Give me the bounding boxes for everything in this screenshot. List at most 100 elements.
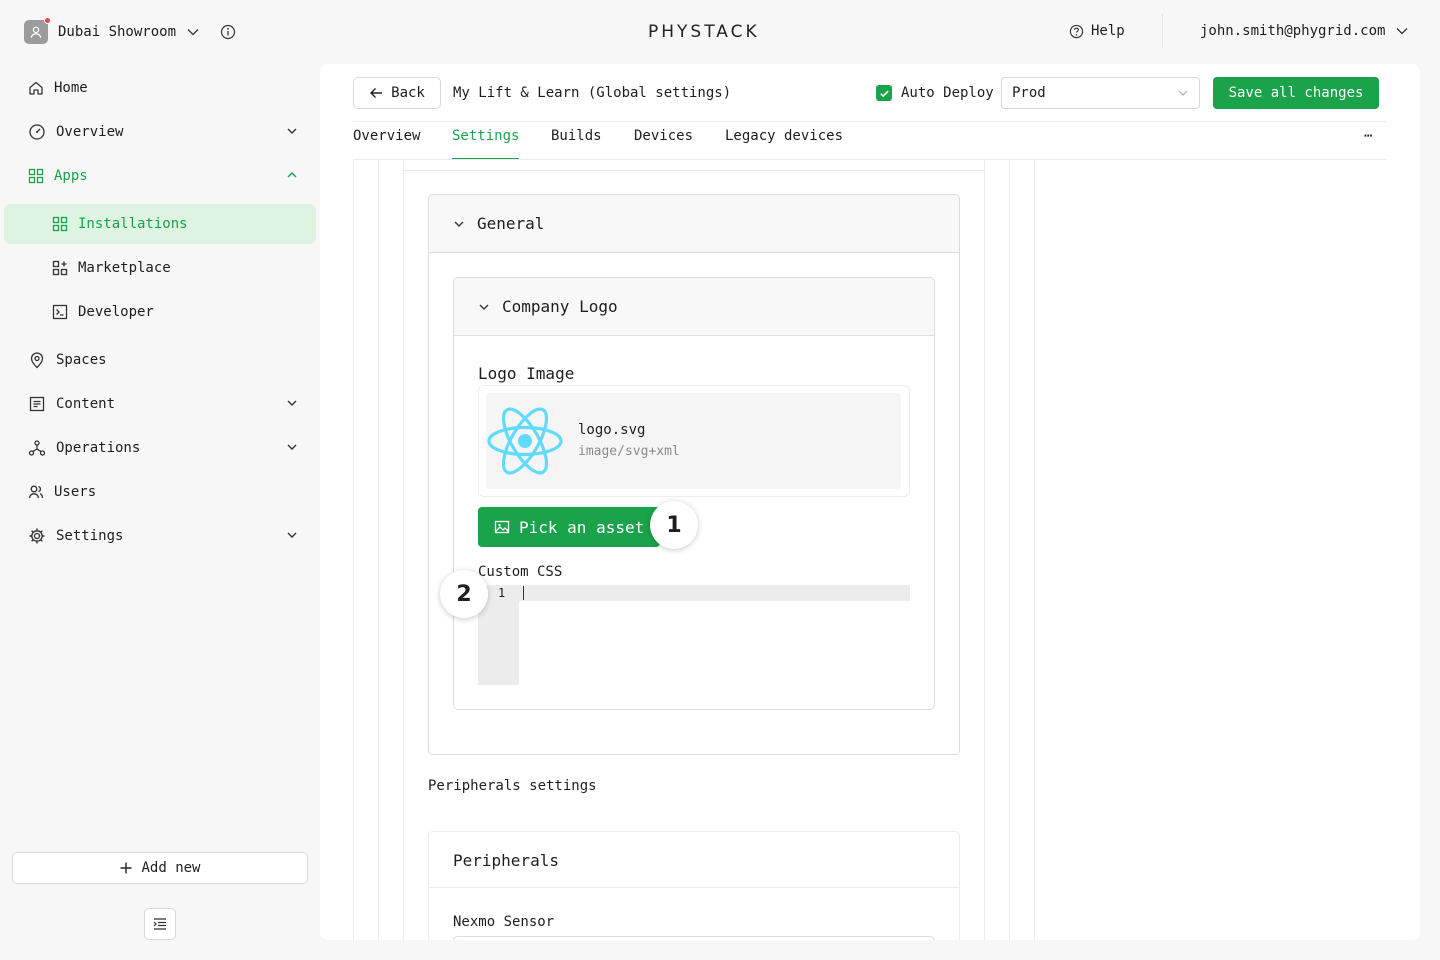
- brand-logo[interactable]: PHYSTACK: [648, 22, 760, 42]
- sidebar-item-label: Users: [54, 484, 97, 500]
- page-title: My Lift & Learn (Global settings): [453, 85, 732, 101]
- network-icon: [28, 440, 46, 456]
- environment-select[interactable]: Prod: [1001, 77, 1200, 109]
- sidebar-item-apps[interactable]: Apps: [24, 156, 316, 196]
- check-icon: [879, 90, 889, 97]
- peripherals-settings-label: Peripherals settings: [428, 778, 597, 794]
- tab-overview[interactable]: Overview: [353, 128, 420, 160]
- peripherals-divider: [428, 887, 960, 888]
- terminal-icon: [52, 304, 68, 320]
- chevron-down-icon: [479, 304, 489, 310]
- layout-line: [1009, 160, 1010, 940]
- tab-legacy-devices[interactable]: Legacy devices: [725, 128, 843, 160]
- layout-line: [984, 160, 985, 940]
- nexmo-sensor-panel: [453, 936, 935, 940]
- gear-icon: [29, 528, 45, 544]
- pick-asset-button[interactable]: Pick an asset: [478, 507, 660, 547]
- content-icon: [29, 396, 45, 412]
- layout-line: [403, 170, 984, 171]
- asset-filename: logo.svg: [578, 422, 646, 438]
- add-new-button[interactable]: Add new: [12, 852, 308, 884]
- sidebar-item-label: Settings: [56, 528, 124, 544]
- react-logo-icon: [487, 407, 563, 475]
- map-pin-icon: [30, 352, 44, 369]
- environment-value: Prod: [1012, 85, 1046, 101]
- sidebar-item-settings[interactable]: Settings: [24, 516, 316, 556]
- auto-deploy-checkbox[interactable]: [876, 85, 892, 101]
- users-icon: [28, 485, 44, 499]
- sidebar-item-label: Installations: [78, 216, 188, 232]
- annotation-marker-2: 2: [440, 570, 488, 618]
- more-options-icon[interactable]: ⋯: [1364, 128, 1372, 144]
- header-divider: [1162, 14, 1163, 48]
- company-logo-header[interactable]: Company Logo: [454, 278, 934, 336]
- sidebar-item-content[interactable]: Content: [24, 384, 316, 424]
- main-panel: Back My Lift & Learn (Global settings) A…: [320, 64, 1420, 940]
- user-menu[interactable]: john.smith@phygrid.com: [1200, 23, 1409, 39]
- chevron-down-icon: [287, 444, 297, 450]
- sidebar-item-label: Content: [56, 396, 116, 412]
- workspace-name: Dubai Showroom: [58, 24, 177, 40]
- help-label: Help: [1091, 23, 1125, 39]
- workspace-switcher[interactable]: Dubai Showroom: [24, 17, 236, 44]
- sidebar-item-users[interactable]: Users: [24, 472, 316, 512]
- line-number: 1: [498, 586, 506, 600]
- add-new-label: Add new: [141, 860, 201, 876]
- tab-settings[interactable]: Settings: [452, 128, 520, 160]
- notification-dot: [44, 17, 51, 24]
- help-circle-icon: [1069, 24, 1084, 38]
- sidebar-item-label: Apps: [54, 168, 88, 184]
- pick-asset-label: Pick an asset: [519, 517, 645, 537]
- chevron-down-icon: [454, 221, 464, 227]
- arrow-left-icon: [370, 88, 383, 98]
- general-panel-header[interactable]: General: [429, 195, 959, 253]
- tab-devices[interactable]: Devices: [634, 128, 693, 160]
- sidebar-item-spaces[interactable]: Spaces: [24, 340, 316, 380]
- company-logo-title: Company Logo: [502, 297, 618, 316]
- gauge-icon: [29, 124, 45, 140]
- save-all-changes-button[interactable]: Save all changes: [1213, 77, 1379, 109]
- user-icon: [30, 26, 42, 38]
- auto-deploy-label: Auto Deploy: [901, 85, 994, 101]
- chevron-up-icon: [287, 172, 297, 178]
- sidebar-item-operations[interactable]: Operations: [24, 428, 316, 468]
- sidebar-item-label: Spaces: [56, 352, 107, 368]
- sidebar-item-label: Overview: [56, 124, 124, 140]
- back-button[interactable]: Back: [353, 77, 441, 109]
- sidebar-item-label: Home: [54, 80, 88, 96]
- chevron-down-icon: [287, 400, 297, 406]
- asset-mimetype: image/svg+xml: [578, 444, 680, 459]
- chevron-down-icon: [287, 532, 297, 538]
- layout-line: [378, 160, 379, 940]
- toolbar-divider: [353, 121, 1387, 122]
- help-link[interactable]: Help: [1069, 23, 1125, 39]
- css-editor-active-line[interactable]: [519, 585, 910, 601]
- chevron-down-icon: [1178, 90, 1188, 96]
- installations-icon: [52, 216, 68, 232]
- sidebar-item-label: Operations: [56, 440, 141, 456]
- marketplace-icon: [52, 260, 68, 276]
- layout-line: [403, 160, 404, 940]
- sidebar-item-overview[interactable]: Overview: [24, 112, 316, 152]
- sidebar-item-home[interactable]: Home: [24, 68, 316, 108]
- auto-deploy-toggle[interactable]: Auto Deploy: [876, 85, 994, 101]
- sidebar-item-label: Developer: [78, 304, 154, 320]
- sidebar-item-marketplace[interactable]: Marketplace: [4, 248, 316, 288]
- chevron-down-icon: [1396, 28, 1408, 35]
- sidebar-item-label: Marketplace: [78, 260, 171, 276]
- info-icon[interactable]: [220, 24, 236, 40]
- chevron-down-icon: [187, 29, 199, 36]
- sidebar-item-developer[interactable]: Developer: [4, 292, 316, 332]
- user-email: john.smith@phygrid.com: [1200, 23, 1386, 39]
- back-label: Back: [391, 85, 425, 101]
- image-icon: [494, 520, 510, 534]
- annotation-marker-1: 1: [650, 501, 698, 549]
- logo-image-label: Logo Image: [478, 364, 575, 383]
- apps-grid-icon: [28, 168, 44, 184]
- workspace-avatar: [24, 17, 51, 44]
- collapse-sidebar-button[interactable]: [144, 908, 176, 940]
- sidebar-item-installations[interactable]: Installations: [4, 204, 316, 244]
- nexmo-sensor-label: Nexmo Sensor: [453, 914, 555, 930]
- tab-builds[interactable]: Builds: [551, 128, 602, 160]
- text-cursor: [523, 586, 524, 600]
